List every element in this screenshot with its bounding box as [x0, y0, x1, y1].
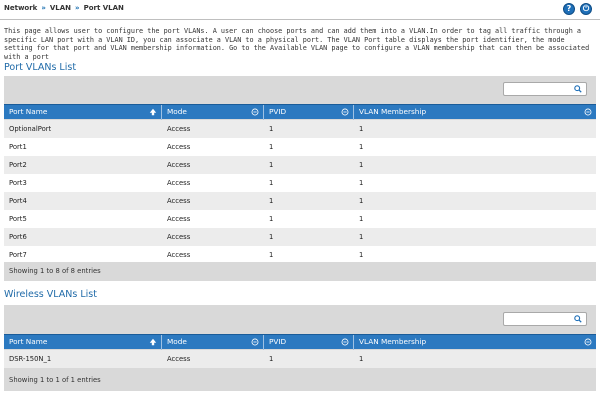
wireless-table-footer: Showing 1 to 1 of 1 entries	[4, 371, 596, 391]
cell-pvid: 1	[269, 143, 274, 151]
table-row[interactable]: Port6 Access 1 1	[4, 228, 596, 246]
col-label: Port Name	[9, 337, 48, 346]
search-icon[interactable]	[574, 315, 582, 323]
wireless-vlans-title: Wireless VLANs List	[4, 289, 97, 300]
wireless-search-input[interactable]	[503, 312, 587, 326]
breadcrumb-port-vlan: Port VLAN	[83, 4, 124, 12]
cell-port-name: OptionalPort	[9, 125, 52, 133]
col-label: PVID	[269, 337, 287, 346]
col-port-name[interactable]: Port Name	[4, 335, 162, 350]
cell-vlan-membership: 1	[359, 233, 364, 241]
col-vlan-membership[interactable]: VLAN Membership	[354, 335, 596, 350]
cell-pvid: 1	[269, 161, 274, 169]
sort-icon[interactable]	[251, 338, 259, 346]
port-table-footer: Showing 1 to 8 of 8 entries	[4, 262, 596, 281]
cell-pvid: 1	[269, 215, 274, 223]
port-table-header: Port Name Mode PVID VLAN Membership	[4, 104, 596, 120]
col-mode[interactable]: Mode	[162, 105, 264, 120]
breadcrumb-separator: »	[41, 4, 46, 12]
sort-icon[interactable]	[584, 108, 592, 116]
col-label: VLAN Membership	[359, 337, 427, 346]
sort-icon[interactable]	[341, 338, 349, 346]
table-row[interactable]: Port3 Access 1 1	[4, 174, 596, 192]
cell-mode: Access	[167, 161, 191, 169]
cell-port-name: Port2	[9, 161, 27, 169]
cell-pvid: 1	[269, 355, 274, 363]
cell-port-name: Port1	[9, 143, 27, 151]
table-row[interactable]: Port2 Access 1 1	[4, 156, 596, 174]
cell-mode: Access	[167, 215, 191, 223]
cell-mode: Access	[167, 179, 191, 187]
wireless-vlans-panel: Port Name Mode PVID VLAN Membership DSR-…	[4, 305, 596, 391]
table-row[interactable]: Port4 Access 1 1	[4, 192, 596, 210]
col-port-name[interactable]: Port Name	[4, 105, 162, 120]
table-row[interactable]: DSR-150N_1 Access 1 1	[4, 350, 596, 368]
cell-port-name: DSR-150N_1	[9, 355, 52, 363]
search-icon[interactable]	[574, 85, 582, 93]
col-pvid[interactable]: PVID	[264, 335, 354, 350]
logout-button[interactable]: ⏻	[580, 3, 592, 15]
col-pvid[interactable]: PVID	[264, 105, 354, 120]
table-row[interactable]: Port5 Access 1 1	[4, 210, 596, 228]
col-label: VLAN Membership	[359, 107, 427, 116]
table-row[interactable]: OptionalPort Access 1 1	[4, 120, 596, 138]
power-icon: ⏻	[582, 4, 590, 13]
cell-mode: Access	[167, 197, 191, 205]
top-bar: Network» VLAN» Port VLAN ? ⏻	[0, 0, 600, 19]
cell-port-name: Port6	[9, 233, 27, 241]
help-icon: ?	[566, 4, 572, 13]
wireless-table-header: Port Name Mode PVID VLAN Membership	[4, 334, 596, 350]
breadcrumb-separator: »	[75, 4, 80, 12]
sort-icon[interactable]	[251, 108, 259, 116]
page-description: This page allows user to configure the p…	[4, 27, 590, 61]
sort-up-icon[interactable]	[149, 108, 157, 116]
cell-pvid: 1	[269, 233, 274, 241]
cell-vlan-membership: 1	[359, 355, 364, 363]
sort-icon[interactable]	[584, 338, 592, 346]
header-divider	[0, 19, 600, 20]
cell-vlan-membership: 1	[359, 125, 364, 133]
port-search-input[interactable]	[503, 82, 587, 96]
cell-mode: Access	[167, 143, 191, 151]
sort-up-icon[interactable]	[149, 338, 157, 346]
breadcrumb-network[interactable]: Network	[4, 4, 37, 12]
cell-port-name: Port5	[9, 215, 27, 223]
port-vlans-panel: Port Name Mode PVID VLAN Membership Opti…	[4, 76, 596, 281]
cell-mode: Access	[167, 125, 191, 133]
cell-pvid: 1	[269, 125, 274, 133]
breadcrumb-vlan[interactable]: VLAN	[50, 4, 71, 12]
col-label: Mode	[167, 107, 187, 116]
cell-port-name: Port4	[9, 197, 27, 205]
port-vlans-title: Port VLANs List	[4, 62, 77, 73]
cell-vlan-membership: 1	[359, 197, 364, 205]
table-row[interactable]: Port1 Access 1 1	[4, 138, 596, 156]
col-label: Mode	[167, 337, 187, 346]
cell-vlan-membership: 1	[359, 215, 364, 223]
cell-vlan-membership: 1	[359, 143, 364, 151]
col-vlan-membership[interactable]: VLAN Membership	[354, 105, 596, 120]
cell-pvid: 1	[269, 197, 274, 205]
cell-mode: Access	[167, 233, 191, 241]
cell-vlan-membership: 1	[359, 161, 364, 169]
help-button[interactable]: ?	[563, 3, 575, 15]
cell-pvid: 1	[269, 179, 274, 187]
cell-vlan-membership: 1	[359, 179, 364, 187]
col-label: PVID	[269, 107, 287, 116]
breadcrumb: Network» VLAN» Port VLAN	[4, 4, 124, 12]
col-label: Port Name	[9, 107, 48, 116]
sort-icon[interactable]	[341, 108, 349, 116]
cell-mode: Access	[167, 355, 191, 363]
col-mode[interactable]: Mode	[162, 335, 264, 350]
cell-port-name: Port3	[9, 179, 27, 187]
